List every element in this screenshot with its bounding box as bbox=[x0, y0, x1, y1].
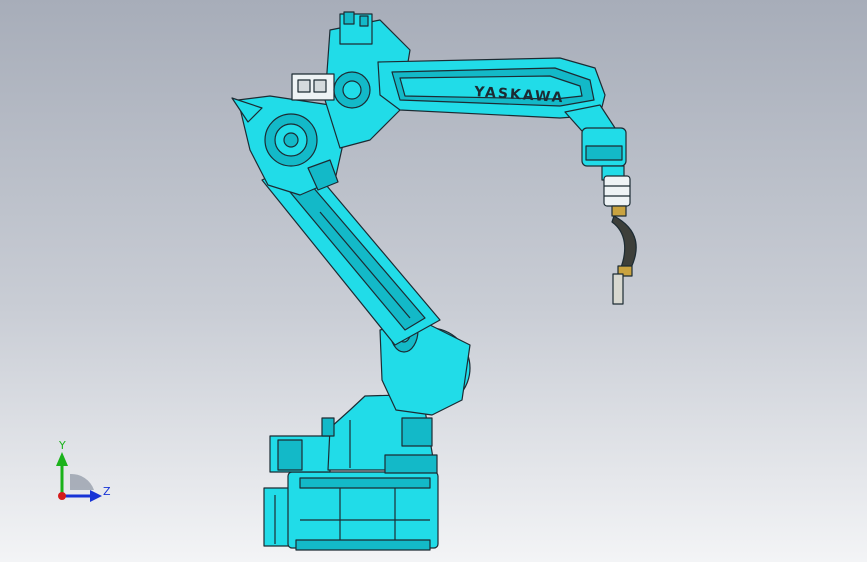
robot-arm-model[interactable]: YASKAWA bbox=[0, 0, 867, 562]
wrist-assembly[interactable] bbox=[564, 104, 627, 181]
triad-axes-icon bbox=[56, 452, 102, 502]
coordinate-triad: Y Z bbox=[40, 438, 130, 518]
z-axis-label: Z bbox=[103, 485, 111, 498]
y-axis-label: Y bbox=[59, 439, 66, 452]
robot-base[interactable] bbox=[263, 471, 439, 551]
welding-torch[interactable] bbox=[603, 175, 637, 305]
cad-graphics-viewport[interactable]: YASKAWA Y Z bbox=[0, 0, 867, 562]
